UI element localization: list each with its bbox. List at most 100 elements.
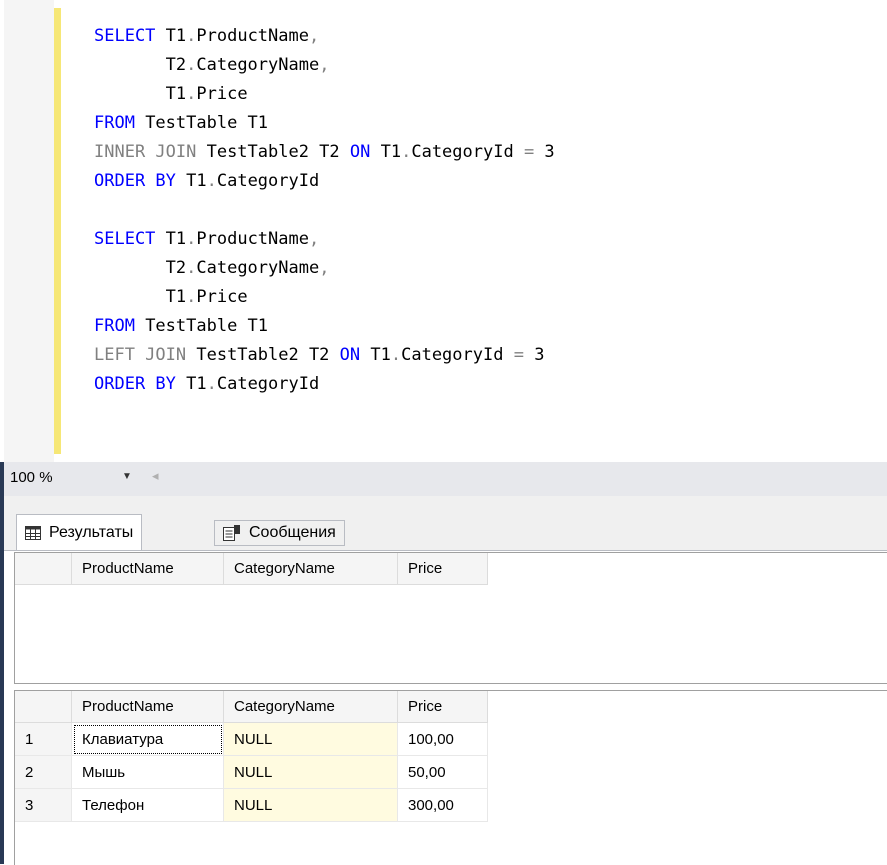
- zoom-bar: 100 % ▼ ◂: [4, 462, 887, 496]
- code-line[interactable]: INNER JOIN TestTable2 T2 ON T1.CategoryI…: [94, 138, 555, 167]
- result-table-1: ProductName CategoryName Price: [15, 553, 488, 585]
- code-line[interactable]: T1.Price: [94, 283, 555, 312]
- column-header-categoryname[interactable]: CategoryName: [223, 553, 398, 585]
- cell-categoryname[interactable]: NULL: [223, 722, 398, 756]
- tab-messages-label: Сообщения: [249, 524, 336, 541]
- tab-results-label: Результаты: [49, 523, 134, 541]
- cell-categoryname[interactable]: NULL: [223, 788, 398, 822]
- cell-price[interactable]: 100,00: [397, 722, 488, 756]
- sql-keyword: FROM: [94, 316, 135, 336]
- scroll-left-icon[interactable]: ◂: [152, 468, 159, 484]
- sql-token: .: [186, 26, 197, 46]
- row-number[interactable]: 1: [15, 722, 72, 756]
- sql-keyword: LEFT JOIN: [94, 345, 187, 365]
- sql-token: ProductName: [196, 229, 309, 249]
- cell-price[interactable]: 300,00: [397, 788, 488, 822]
- sql-token: CategoryId: [216, 374, 320, 394]
- column-header-price[interactable]: Price: [397, 553, 488, 585]
- sql-token: ,: [319, 55, 330, 75]
- sql-token: CategoryId: [401, 345, 514, 365]
- sql-token: TestTable2 T2: [186, 345, 340, 365]
- sql-keyword: INNER JOIN: [94, 142, 197, 162]
- sql-token: T1: [155, 26, 187, 46]
- column-header-productname[interactable]: ProductName: [71, 553, 224, 585]
- code-line[interactable]: ORDER BY T1.CategoryId: [94, 167, 555, 196]
- table-row[interactable]: 3 Телефон NULL 300,00: [15, 788, 488, 822]
- sql-token: 3: [523, 345, 545, 365]
- sql-token: CategoryName: [196, 258, 320, 278]
- row-number-header[interactable]: [15, 691, 72, 723]
- sql-token: CategoryId: [411, 142, 524, 162]
- sql-token: .: [206, 374, 217, 394]
- sql-token: .: [186, 287, 197, 307]
- sql-token: CategoryId: [216, 171, 320, 191]
- result-grid-1[interactable]: ProductName CategoryName Price: [14, 552, 887, 684]
- table-row[interactable]: 2 Мышь NULL 50,00: [15, 755, 488, 789]
- code-line[interactable]: ORDER BY T1.CategoryId: [94, 370, 555, 399]
- result-table-2: ProductName CategoryName Price 1 Клавиат…: [15, 691, 488, 822]
- code-line[interactable]: SELECT T1.ProductName,: [94, 22, 555, 51]
- results-tabs: Результаты Сообщения: [4, 496, 887, 551]
- sql-token: =: [513, 345, 524, 365]
- sql-token: TestTable T1: [134, 113, 269, 133]
- sql-token: Price: [196, 287, 248, 307]
- sql-token: T1: [155, 229, 187, 249]
- sql-token: Price: [196, 84, 248, 104]
- sql-keyword: ORDER BY: [94, 374, 176, 394]
- result-grid-2[interactable]: ProductName CategoryName Price 1 Клавиат…: [14, 690, 887, 865]
- grid-icon: [25, 525, 41, 540]
- sql-token: ProductName: [196, 26, 309, 46]
- tab-results[interactable]: Результаты: [16, 514, 143, 550]
- code-line[interactable]: [94, 196, 555, 225]
- column-header-price[interactable]: Price: [397, 691, 488, 723]
- sql-token: T1: [175, 374, 207, 394]
- messages-icon: [223, 525, 241, 541]
- sql-token: ,: [308, 229, 320, 249]
- sql-token: T1: [175, 171, 207, 191]
- column-header-productname[interactable]: ProductName: [71, 691, 224, 723]
- query-editor[interactable]: SELECT T1.ProductName, T2.CategoryName, …: [0, 0, 887, 462]
- zoom-level[interactable]: 100 %: [10, 469, 53, 486]
- header-row: ProductName CategoryName Price: [15, 691, 488, 723]
- row-number-header[interactable]: [15, 553, 72, 585]
- row-number[interactable]: 3: [15, 788, 72, 822]
- code-line[interactable]: T2.CategoryName,: [94, 254, 555, 283]
- header-row: ProductName CategoryName Price: [15, 553, 488, 585]
- chevron-down-icon[interactable]: ▼: [122, 471, 132, 482]
- tab-messages[interactable]: Сообщения: [214, 520, 345, 546]
- cell-productname[interactable]: Мышь: [71, 755, 224, 789]
- sql-token: .: [390, 345, 402, 365]
- sql-token: .: [186, 258, 197, 278]
- sql-token: 3: [534, 142, 555, 162]
- code-line[interactable]: FROM TestTable T1: [94, 312, 555, 341]
- sql-token: TestTable2 T2: [196, 142, 350, 162]
- sql-token: .: [401, 142, 412, 162]
- table-row[interactable]: 1 Клавиатура NULL 100,00: [15, 722, 488, 756]
- column-header-categoryname[interactable]: CategoryName: [223, 691, 398, 723]
- cell-productname[interactable]: Клавиатура: [71, 722, 224, 756]
- code-line[interactable]: LEFT JOIN TestTable2 T2 ON T1.CategoryId…: [94, 341, 555, 370]
- sql-token: .: [186, 84, 197, 104]
- code-line[interactable]: T2.CategoryName,: [94, 51, 555, 80]
- cell-categoryname[interactable]: NULL: [223, 755, 398, 789]
- code-line[interactable]: FROM TestTable T1: [94, 109, 555, 138]
- sql-token: T2: [94, 258, 187, 278]
- cell-price[interactable]: 50,00: [397, 755, 488, 789]
- sql-keyword: ON: [339, 345, 361, 365]
- cell-productname[interactable]: Телефон: [71, 788, 224, 822]
- sql-token: T2: [94, 55, 187, 75]
- change-tracking-bar: [54, 8, 61, 454]
- sql-token: T1: [94, 287, 187, 307]
- row-number[interactable]: 2: [15, 755, 72, 789]
- sql-token: ,: [308, 26, 320, 46]
- sql-keyword: SELECT: [94, 229, 156, 249]
- code-line[interactable]: SELECT T1.ProductName,: [94, 225, 555, 254]
- sql-token: ,: [319, 258, 330, 278]
- sql-keyword: SELECT: [94, 26, 156, 46]
- editor-gutter: [4, 0, 54, 462]
- sql-token: T1: [94, 84, 187, 104]
- sql-token: =: [523, 142, 535, 162]
- sql-token: T1: [370, 142, 402, 162]
- code-line[interactable]: T1.Price: [94, 80, 555, 109]
- sql-code[interactable]: SELECT T1.ProductName, T2.CategoryName, …: [94, 22, 555, 399]
